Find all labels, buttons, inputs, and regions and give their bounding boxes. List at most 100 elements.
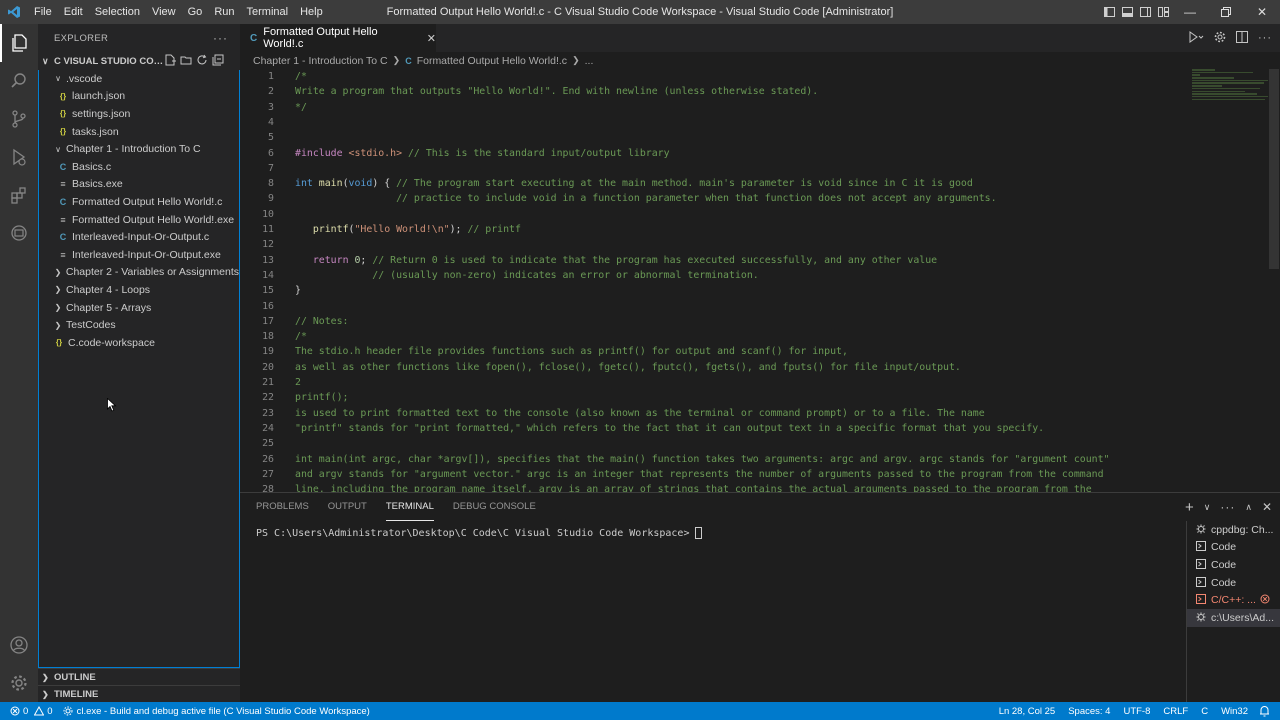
tree-file[interactable]: {} tasks.json <box>39 123 239 141</box>
menu-selection[interactable]: Selection <box>89 0 146 24</box>
terminal-output[interactable]: PS C:\Users\Administrator\Desktop\C Code… <box>256 527 703 539</box>
code-line[interactable]: 3 */ <box>240 100 1280 115</box>
end-of-line[interactable]: CRLF <box>1163 706 1188 717</box>
terminal-instance[interactable]: C/C++: ... <box>1187 591 1280 609</box>
code-line[interactable]: 24 "printf" stands for "print formatted,"… <box>240 421 1280 436</box>
close-tab-icon[interactable]: ✕ <box>427 32 436 45</box>
code-line[interactable]: 27 and argv stands for "argument vector."… <box>240 467 1280 482</box>
more-actions-icon[interactable]: ··· <box>1258 32 1272 44</box>
accounts-icon[interactable] <box>0 626 38 664</box>
problems-status[interactable]: 0 0 <box>10 706 53 717</box>
more-actions-icon[interactable]: ··· <box>1220 500 1235 514</box>
outline-section[interactable]: ❯ OUTLINE <box>38 668 240 685</box>
split-editor-icon[interactable] <box>1236 30 1248 46</box>
tree-file[interactable]: {} C.code-workspace <box>39 334 239 352</box>
code-line[interactable]: 18 /* <box>240 329 1280 344</box>
breadcrumb-file[interactable]: Formatted Output Hello World!.c <box>417 55 567 67</box>
platform[interactable]: Win32 <box>1221 706 1248 717</box>
panel-tab-problems[interactable]: PROBLEMS <box>256 493 309 521</box>
tree-file[interactable]: C Formatted Output Hello World!.c <box>39 193 239 211</box>
code-line[interactable]: 8 int main(void) { // The program start e… <box>240 176 1280 191</box>
settings-gear-icon[interactable] <box>1214 31 1226 46</box>
menu-go[interactable]: Go <box>182 0 209 24</box>
toggle-panel-icon[interactable] <box>1118 0 1136 24</box>
toggle-sidebar-icon[interactable] <box>1100 0 1118 24</box>
run-debug-icon[interactable] <box>0 138 38 176</box>
tree-file[interactable]: C Basics.c <box>39 158 239 176</box>
menu-view[interactable]: View <box>146 0 182 24</box>
terminal-instance[interactable]: Code <box>1187 574 1280 592</box>
menu-file[interactable]: File <box>28 0 58 24</box>
maximize-panel-icon[interactable]: ∧ <box>1245 502 1252 513</box>
timeline-section[interactable]: ❯ TIMELINE <box>38 685 240 702</box>
explorer-icon[interactable] <box>0 24 38 62</box>
tree-folder[interactable]: ∨ .vscode <box>39 70 239 88</box>
new-terminal-icon[interactable]: + <box>1185 499 1194 516</box>
menu-terminal[interactable]: Terminal <box>241 0 295 24</box>
run-debug-dropdown-icon[interactable] <box>1188 30 1204 46</box>
settings-gear-icon[interactable] <box>0 664 38 702</box>
tree-file[interactable]: ≡ Formatted Output Hello World!.exe <box>39 211 239 229</box>
menu-edit[interactable]: Edit <box>58 0 89 24</box>
code-line[interactable]: 26 int main(int argc, char *argv[]), spec… <box>240 452 1280 467</box>
code-line[interactable]: 17 // Notes: <box>240 314 1280 329</box>
breadcrumb-folder[interactable]: Chapter 1 - Introduction To C <box>253 55 388 67</box>
code-line[interactable]: 15} <box>240 283 1280 298</box>
code-line[interactable]: 6 #include <stdio.h> // This is the stand… <box>240 146 1280 161</box>
menu-help[interactable]: Help <box>294 0 329 24</box>
tree-file[interactable]: C Interleaved-Input-Or-Output.c <box>39 228 239 246</box>
code-line[interactable]: 2 Write a program that outputs "Hello Wor… <box>240 84 1280 99</box>
search-icon[interactable] <box>0 62 38 100</box>
code-line[interactable]: 10 <box>240 207 1280 222</box>
code-line[interactable]: 13 return 0; // Return 0 is used to indi… <box>240 253 1280 268</box>
code-line[interactable]: 14 // (usually non-zero) indicates an er… <box>240 268 1280 283</box>
tree-file[interactable]: {} launch.json <box>39 88 239 106</box>
customize-layout-icon[interactable] <box>1154 0 1172 24</box>
tree-file[interactable]: ≡ Basics.exe <box>39 176 239 194</box>
more-actions-icon[interactable]: ··· <box>213 31 228 45</box>
build-task-status[interactable]: cl.exe - Build and debug active file (C … <box>63 706 370 717</box>
tree-folder[interactable]: ❯ Chapter 5 - Arrays <box>39 299 239 317</box>
workspace-header[interactable]: ∨ C VISUAL STUDIO CODE... <box>38 52 240 70</box>
restore-button[interactable] <box>1208 0 1244 24</box>
terminal-instance[interactable]: c:\Users\Ad... <box>1187 608 1280 627</box>
panel-tab-output[interactable]: OUTPUT <box>328 493 367 521</box>
new-folder-icon[interactable] <box>180 54 192 69</box>
refresh-icon[interactable] <box>196 54 208 69</box>
panel-tab-debug-console[interactable]: DEBUG CONSOLE <box>453 493 536 521</box>
code-line[interactable]: 21 2 <box>240 375 1280 390</box>
terminal-instance[interactable]: Code <box>1187 539 1280 557</box>
notifications-bell-icon[interactable] <box>1259 705 1270 720</box>
code-line[interactable]: 16 <box>240 299 1280 314</box>
terminal-instance[interactable]: cppdbg: Ch... <box>1187 521 1280 539</box>
editor-tab[interactable]: C Formatted Output Hello World!.c ✕ <box>240 24 436 52</box>
tree-folder[interactable]: ❯ Chapter 4 - Loops <box>39 281 239 299</box>
menu-run[interactable]: Run <box>208 0 240 24</box>
extensions-icon[interactable] <box>0 176 38 214</box>
code-editor[interactable]: 1 /* 2 Write a program that outputs "Hello … <box>240 69 1280 492</box>
chevron-down-icon[interactable]: ∨ <box>1204 502 1211 513</box>
source-control-icon[interactable] <box>0 100 38 138</box>
code-line[interactable]: 1 /* <box>240 69 1280 84</box>
tree-file[interactable]: {} settings.json <box>39 105 239 123</box>
encoding[interactable]: UTF-8 <box>1123 706 1150 717</box>
code-line[interactable]: 25 <box>240 436 1280 451</box>
code-line[interactable]: 20 as well as other functions like fopen(… <box>240 360 1280 375</box>
tree-folder[interactable]: ❯ Chapter 2 - Variables or Assignments <box>39 264 239 282</box>
code-line[interactable]: 4 <box>240 115 1280 130</box>
code-line[interactable]: 19 The stdio.h header file provides funct… <box>240 344 1280 359</box>
remote-explorer-icon[interactable] <box>0 214 38 252</box>
language-mode[interactable]: C <box>1201 706 1208 717</box>
code-line[interactable]: 23 is used to print formatted text to the… <box>240 406 1280 421</box>
tree-folder[interactable]: ❯ TestCodes <box>39 316 239 334</box>
code-line[interactable]: 5 <box>240 130 1280 145</box>
code-line[interactable]: 12 <box>240 237 1280 252</box>
code-line[interactable]: 11 printf("Hello World!\n"); // printf <box>240 222 1280 237</box>
code-line[interactable]: 7 <box>240 161 1280 176</box>
terminal-instance[interactable]: Code <box>1187 556 1280 574</box>
tree-folder[interactable]: ∨ Chapter 1 - Introduction To C <box>39 140 239 158</box>
toggle-secondary-sidebar-icon[interactable] <box>1136 0 1154 24</box>
indentation[interactable]: Spaces: 4 <box>1068 706 1110 717</box>
breadcrumb-more[interactable]: ... <box>585 55 594 67</box>
new-file-icon[interactable] <box>164 54 176 69</box>
